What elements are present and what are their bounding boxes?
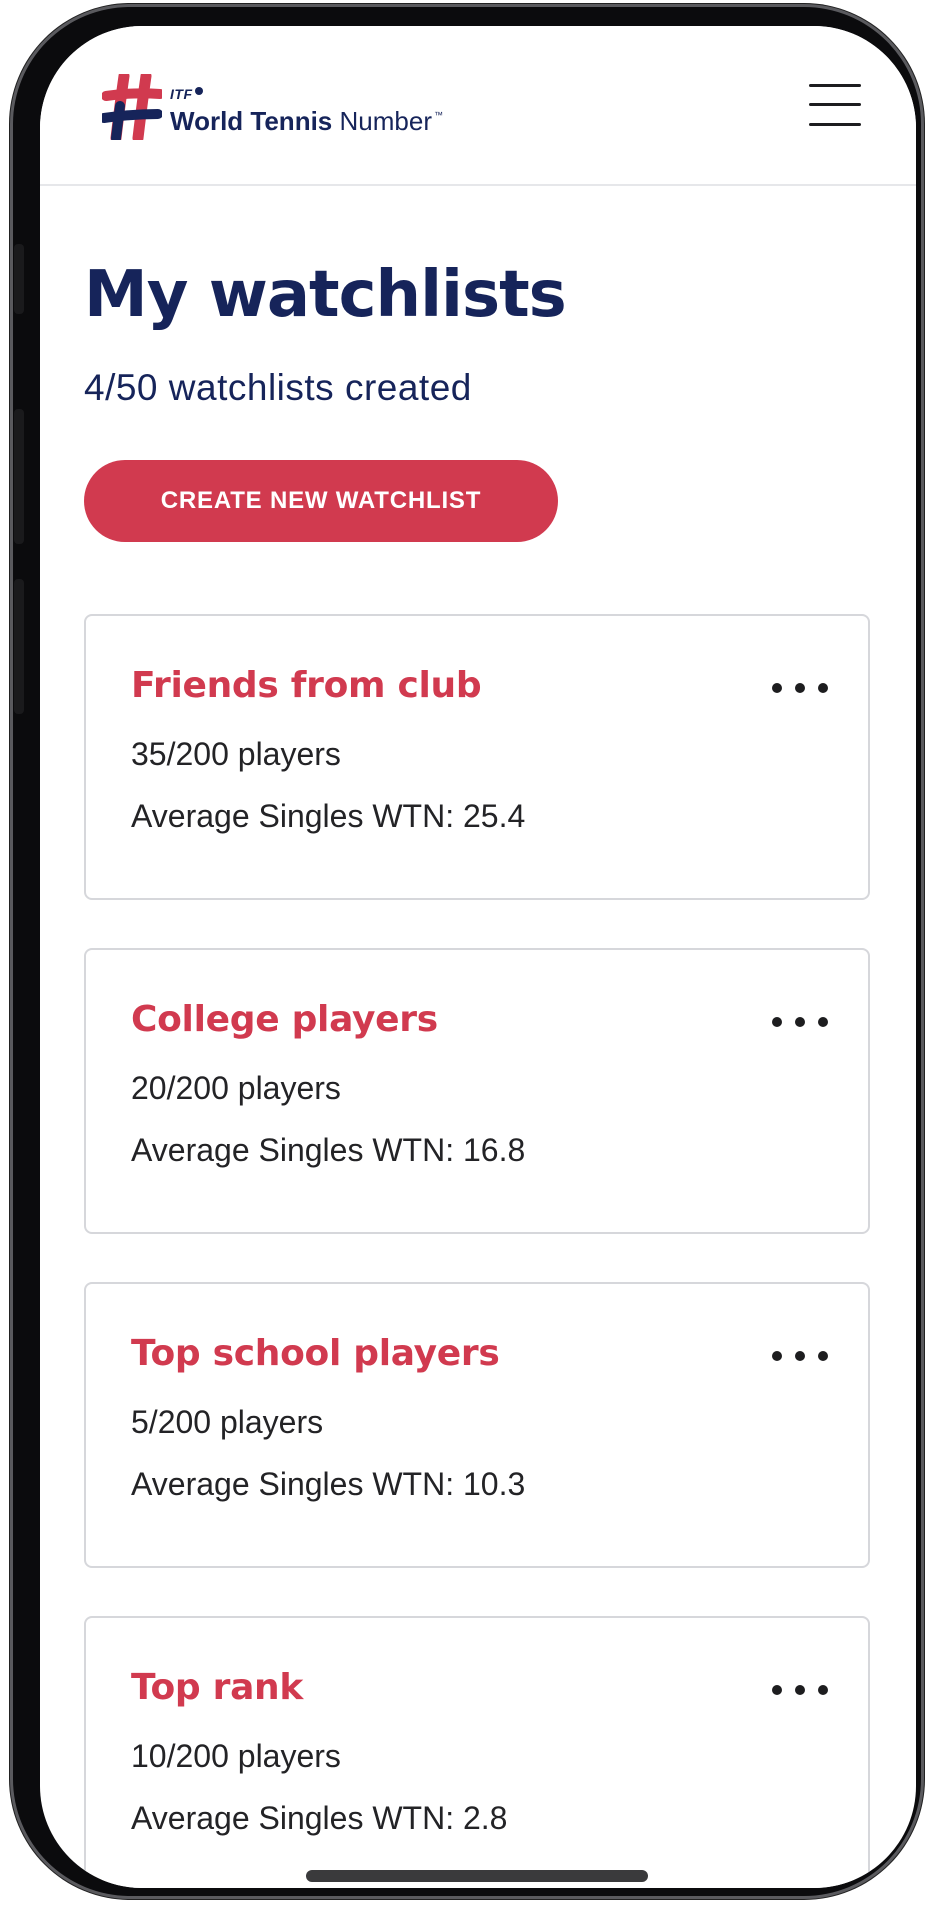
watchlist-name[interactable]: Friends from club (131, 664, 482, 708)
watchlist-player-count: 5/200 players (131, 1404, 324, 1440)
watchlist-name[interactable]: Top school players (131, 1332, 500, 1376)
watchlist-average-wtn: Average Singles WTN: 2.8 (131, 1800, 508, 1836)
watchlist-count: 4/50 watchlists created (84, 367, 472, 408)
watchlist-card[interactable]: Top rank 10/200 players Average Singles … (84, 1616, 870, 1888)
watchlist-player-count: 20/200 players (131, 1070, 341, 1106)
watchlist-card[interactable]: College players 20/200 players Average S… (84, 948, 870, 1234)
logo-wordmark: ITF World Tennis Number ™ (170, 87, 443, 135)
watchlist-card[interactable]: Top school players 5/200 players Average… (84, 1282, 870, 1568)
watchlist-name[interactable]: College players (131, 998, 438, 1042)
phone-frame: ITF World Tennis Number ™ My watchlists 4… (10, 4, 924, 1899)
watchlist-card[interactable]: Friends from club 35/200 players Average… (84, 614, 870, 900)
watchlist-average-wtn: Average Singles WTN: 10.3 (131, 1466, 526, 1502)
page-title: My watchlists (84, 258, 567, 332)
watchlist-player-count: 35/200 players (131, 736, 341, 772)
create-new-watchlist-button[interactable]: CREATE NEW WATCHLIST (84, 460, 558, 542)
more-options-icon[interactable] (772, 676, 828, 700)
watchlist-average-wtn: Average Singles WTN: 25.4 (131, 798, 526, 834)
silent-switch (14, 244, 24, 314)
brand-name: World Tennis Number ™ (170, 106, 443, 136)
volume-up-button (14, 409, 24, 544)
tennis-ball-icon (194, 87, 203, 95)
watchlist-name[interactable]: Top rank (131, 1666, 303, 1710)
itf-label: ITF (170, 87, 443, 101)
hashtag-logo-icon (99, 70, 165, 144)
home-indicator[interactable] (306, 1870, 648, 1882)
phone-screen: ITF World Tennis Number ™ My watchlists 4… (40, 26, 916, 1888)
hamburger-menu-icon[interactable] (809, 82, 861, 128)
more-options-icon[interactable] (772, 1678, 828, 1702)
watchlist-average-wtn: Average Singles WTN: 16.8 (131, 1132, 526, 1168)
watchlist-player-count: 10/200 players (131, 1738, 341, 1774)
volume-down-button (14, 579, 24, 714)
world-tennis-number-logo[interactable]: ITF World Tennis Number ™ (99, 70, 443, 144)
app-header: ITF World Tennis Number ™ (40, 26, 916, 186)
more-options-icon[interactable] (772, 1010, 828, 1034)
more-options-icon[interactable] (772, 1344, 828, 1368)
